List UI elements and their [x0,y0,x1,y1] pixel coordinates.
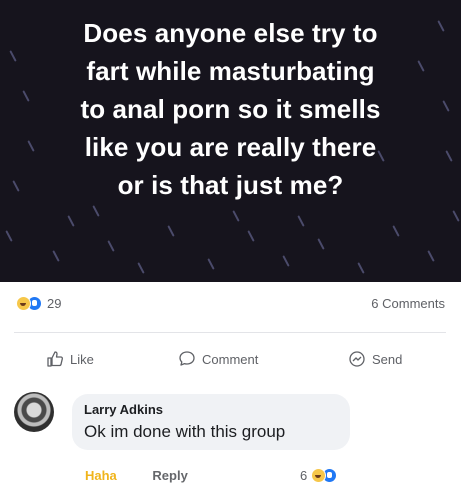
rain-streak [452,210,460,222]
rain-streak [5,230,13,242]
comments-count-link[interactable]: 6 Comments [371,296,445,311]
avatar[interactable] [14,392,54,432]
comment-button[interactable]: Comment [178,350,258,368]
like-button[interactable]: Like [46,350,94,368]
post-text-line: fart while masturbating [86,56,375,86]
rain-streak [357,262,365,274]
rain-streak [297,215,305,227]
comment-bubble-icon [179,351,195,366]
comment: Larry Adkins Ok im done with this group … [0,388,461,500]
rain-streak [317,238,325,250]
send-label: Send [372,351,403,367]
reply-link[interactable]: Reply [152,468,187,483]
messenger-icon [349,351,365,367]
rain-streak [207,258,215,270]
haha-icon [16,296,31,311]
rain-streak [445,150,453,162]
post-text-line: like you are really there [84,132,377,162]
haha-reaction-link[interactable]: Haha [85,468,117,483]
post-background: Does anyone else try to fart while mastu… [0,0,461,282]
comment-reaction-count: 6 [300,468,308,483]
post-stats: 29 6 Comments [0,282,461,326]
rain-streak [247,230,255,242]
post-text-line: or is that just me? [117,170,344,200]
rain-streak [137,262,145,274]
comment-label: Comment [202,351,259,367]
rain-streak [442,100,450,112]
post-text-line: to anal porn so it smells [80,94,381,124]
reaction-summary[interactable]: 29 [16,296,61,311]
rain-streak [52,250,60,262]
comment-bubble: Larry Adkins Ok im done with this group [72,394,350,450]
comment-author[interactable]: Larry Adkins [84,402,163,417]
rain-streak [92,205,100,217]
post-text: Does anyone else try to fart while mastu… [18,14,443,204]
comment-text: Ok im done with this group [84,422,286,441]
rain-streak [67,215,75,227]
send-button[interactable]: Send [348,350,402,368]
rain-streak [9,50,17,62]
divider [14,332,446,333]
rain-streak [107,240,115,252]
rain-streak [282,255,290,267]
rain-streak [167,225,175,237]
rain-streak [427,250,435,262]
post-text-line: Does anyone else try to [83,18,378,48]
thumbs-up-icon [47,351,63,367]
post-actions-bar: Like Comment Send [0,340,461,380]
like-label: Like [70,351,94,367]
rain-streak [392,225,400,237]
comment-reaction-summary[interactable]: 6 [300,468,338,483]
rain-streak [232,210,240,222]
comment-actions: Haha Reply [85,468,188,483]
reaction-count: 29 [47,296,62,311]
